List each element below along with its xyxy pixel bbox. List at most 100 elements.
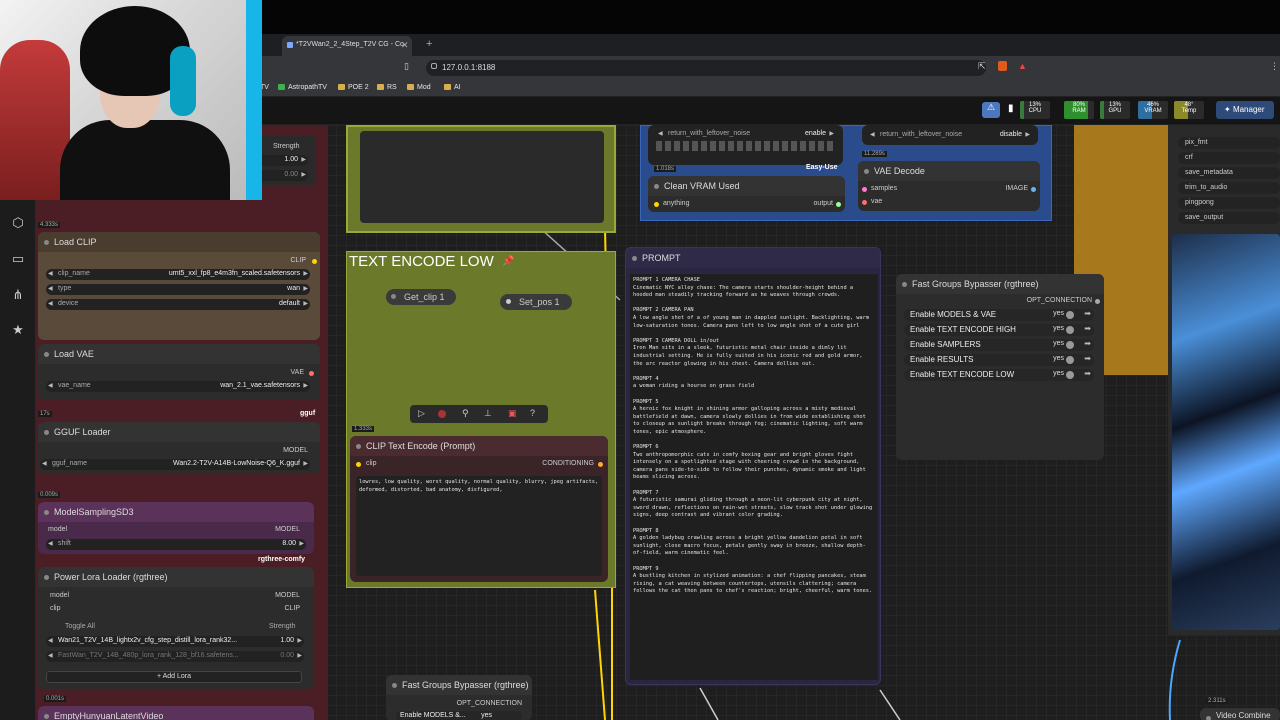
negative-prompt-textarea[interactable]: lowres, low quality, worst quality, norm…	[356, 476, 602, 576]
color-icon[interactable]	[438, 410, 446, 418]
load-vae-node[interactable]: Load VAE VAE vae_namewan_2.1_vae.safeten…	[38, 344, 320, 400]
prompt-textarea[interactable]: PROMPT 1 CAMERA CHASE Cinematic NYC alle…	[630, 274, 878, 680]
fast-groups-bypasser-node-2[interactable]: Fast Groups Bypasser (rgthree) OPT_CONNE…	[386, 675, 532, 720]
navigate-arrow-icon[interactable]: ➡	[1084, 369, 1091, 378]
bookmark-item[interactable]: AstropathTV	[278, 84, 327, 91]
navigate-arrow-icon[interactable]: ➡	[1084, 339, 1091, 348]
video-combine-widget[interactable]: pingpong	[1178, 197, 1280, 209]
bypass-value: yes	[1053, 355, 1064, 362]
brave-rewards-icon[interactable]: ▲	[1018, 61, 1027, 71]
clean-vram-node[interactable]: Clean VRAM Used anything output	[648, 176, 845, 212]
sampler-high-node[interactable]: return_with_leftover_noiseenable	[648, 125, 843, 165]
bookmark-icon[interactable]: ▯	[404, 61, 409, 72]
toggle-icon[interactable]	[1066, 326, 1074, 334]
model-output-label: MODEL	[283, 447, 308, 454]
bookmark-folder[interactable]: RS	[377, 84, 397, 91]
bypass-row[interactable]: Enable TEXT ENCODE HIGH yes ➡	[904, 324, 1094, 336]
toggle-icon[interactable]	[1066, 311, 1074, 319]
bookmark-folder[interactable]: Mod	[407, 84, 431, 91]
lora-1-row[interactable]: Wan21_T2V_14B_lightx2v_cfg_step_distill_…	[46, 636, 304, 647]
pin-icon[interactable]: ⊥	[484, 408, 492, 419]
get-clip-node[interactable]: Get_clip 1	[386, 289, 456, 305]
new-tab-icon[interactable]: +	[426, 38, 432, 50]
video-combine-widget[interactable]: trim_to_audio	[1178, 182, 1280, 194]
brave-shield-icon[interactable]	[998, 61, 1007, 71]
video-combine-widget[interactable]: pix_fmt	[1178, 137, 1280, 149]
cube-icon[interactable]: ⬡	[9, 214, 27, 232]
navigate-arrow-icon[interactable]: ➡	[1084, 309, 1091, 318]
bypass-row[interactable]: Enable MODELS & VAE yes ➡	[904, 309, 1094, 321]
folder-icon	[377, 84, 384, 90]
prompt-node[interactable]: PROMPT PROMPT 1 CAMERA CHASE Cinematic N…	[625, 247, 881, 685]
clip-name-select[interactable]: clip_nameumt5_xxl_fp8_e4m3fn_scaled.safe…	[46, 269, 310, 280]
bookmark-folder[interactable]: POE 2	[338, 84, 369, 91]
node-title: ModelSamplingSD3	[38, 502, 314, 522]
vae-output-slot[interactable]	[309, 371, 314, 376]
nodes-icon[interactable]: ⋔	[9, 286, 27, 304]
clip-output-slot[interactable]	[312, 259, 317, 264]
toggle-icon[interactable]	[1066, 371, 1074, 379]
video-combine-widget[interactable]: crf	[1178, 152, 1280, 164]
opt-connection-label: OPT_CONNECTION	[1026, 297, 1092, 304]
clip-input-label: clip	[366, 460, 377, 467]
conditioning-output-slot[interactable]	[598, 462, 603, 467]
lora-2-row[interactable]: FastWan_T2V_14B_480p_lora_rank_128_bf16.…	[46, 651, 304, 662]
clip-input-slot[interactable]	[356, 462, 361, 467]
load-clip-node[interactable]: Load CLIP CLIP clip_nameumt5_xxl_fp8_e4m…	[38, 232, 320, 340]
star-icon[interactable]: ★	[9, 321, 27, 339]
return-leftover-noise-toggle[interactable]: return_with_leftover_noiseenable	[656, 129, 836, 140]
bookmark-folder[interactable]: AI	[444, 84, 461, 91]
clip-text-encode-node[interactable]: CLIP Text Encode (Prompt) clip CONDITION…	[350, 436, 608, 582]
menu-icon[interactable]: ⋮	[1270, 61, 1279, 72]
node-time-badge: 4.333s	[38, 222, 61, 228]
empty-latent-node[interactable]: EmptyHunyuanLatentVideo	[38, 706, 314, 720]
set-pos-node[interactable]: Set_pos 1	[500, 294, 572, 310]
sampler-low-node[interactable]: return_with_leftover_noisedisable	[862, 125, 1038, 145]
navigate-arrow-icon[interactable]: ➡	[1084, 324, 1091, 333]
share-icon[interactable]: ⇱	[978, 61, 986, 72]
bypass-row[interactable]: Enable MODELS &... yes	[396, 711, 522, 720]
text-encode-high-group[interactable]	[346, 125, 616, 233]
video-combine-widget[interactable]: save_output	[1178, 212, 1280, 224]
power-lora-node[interactable]: Power Lora Loader (rgthree) model clip M…	[38, 567, 314, 689]
vae-name-select[interactable]: vae_namewan_2.1_vae.safetensors	[46, 381, 310, 392]
add-lora-button[interactable]: + Add Lora	[46, 671, 302, 683]
toggle-icon[interactable]	[1066, 341, 1074, 349]
device-select[interactable]: devicedefault	[46, 299, 310, 310]
stat-label: RAM	[1072, 108, 1086, 114]
pin-icon[interactable]: 📌	[502, 256, 514, 267]
model-sampling-node[interactable]: ModelSamplingSD3 model MODEL shift8.00	[38, 502, 314, 554]
delete-icon[interactable]: ▣	[508, 408, 517, 419]
navigate-arrow-icon[interactable]: ➡	[1084, 354, 1091, 363]
bypass-row[interactable]: Enable RESULTS yes ➡	[904, 354, 1094, 366]
type-select[interactable]: typewan	[46, 284, 310, 295]
bypass-row[interactable]: Enable TEXT ENCODE LOW yes ➡	[904, 369, 1094, 381]
video-preview	[1172, 234, 1280, 630]
play-icon[interactable]: ▷	[418, 408, 425, 419]
folder-icon[interactable]: ▭	[9, 250, 27, 268]
browser-tab[interactable]: *T2VWan2_2_4Step_T2V CG - Co	[282, 36, 412, 56]
url-input[interactable]: 127.0.0.1:8188	[426, 60, 986, 76]
help-icon[interactable]: ?	[530, 408, 535, 418]
manager-button[interactable]: ✦ Manager	[1216, 101, 1274, 119]
vae-decode-node[interactable]: VAE Decode samples vae IMAGE	[858, 161, 1040, 211]
close-tab-icon[interactable]: ✕	[401, 40, 409, 51]
puzzle-icon: ✦	[1224, 105, 1233, 114]
stat-temp: 48° Temp	[1174, 101, 1204, 119]
bypass-row[interactable]: Enable SAMPLERS yes ➡	[904, 339, 1094, 351]
fast-groups-bypasser-node[interactable]: Fast Groups Bypasser (rgthree) OPT_CONNE…	[896, 274, 1104, 460]
stat-ram: 80% RAM	[1064, 101, 1094, 119]
video-combine-node-2[interactable]: Video Combine	[1200, 708, 1280, 720]
return-leftover-noise-toggle[interactable]: return_with_leftover_noisedisable	[868, 130, 1032, 141]
gguf-name-select[interactable]: gguf_nameWan2.2-T2V-A14B-LowNoise-Q6_K.g…	[40, 459, 310, 470]
bookmark-panel-icon[interactable]: ▮	[1008, 103, 1014, 114]
shift-input[interactable]: shift8.00	[46, 539, 306, 550]
bypass-icon[interactable]: ⚲	[462, 408, 469, 419]
toggle-icon[interactable]	[1066, 356, 1074, 364]
toggle-all-toggle[interactable]: Toggle All	[65, 623, 95, 630]
video-combine-widget[interactable]: save_metadata	[1178, 167, 1280, 179]
site-info-icon[interactable]	[431, 63, 437, 69]
gguf-loader-node[interactable]: GGUF Loader MODEL gguf_nameWan2.2-T2V-A1…	[38, 422, 320, 474]
model-input-label: model	[50, 592, 70, 599]
queue-icon[interactable]: ⚠	[982, 102, 1000, 118]
